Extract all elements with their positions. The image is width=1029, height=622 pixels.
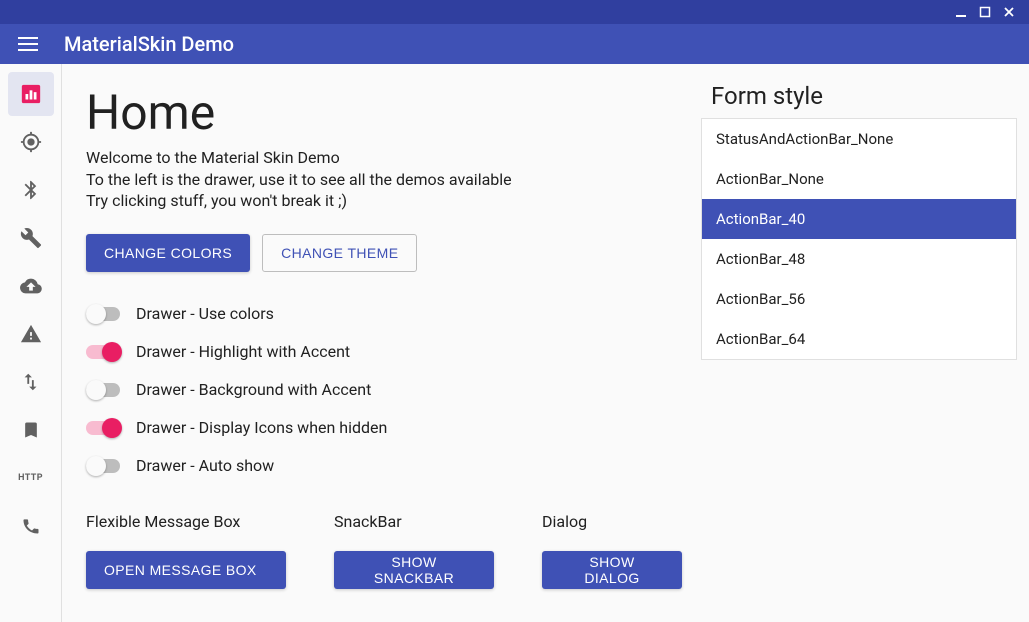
drawer: HTTP [0,64,62,622]
bar-chart-icon [20,83,42,105]
messagebox-section: Flexible Message Box OPEN MESSAGE BOX [86,512,286,589]
maximize-button[interactable] [973,0,997,24]
drawer-item-target[interactable] [8,120,54,164]
formstyle-item[interactable]: ActionBar_40 [702,199,1016,239]
phone-icon [21,516,41,536]
switch-label: Drawer - Use colors [136,304,274,323]
drawer-item-home[interactable] [8,72,54,116]
import-export-icon [20,371,42,393]
bluetooth-icon [20,179,42,201]
switch-row-auto-show: Drawer - Auto show [86,448,1005,484]
switch-label: Drawer - Highlight with Accent [136,342,350,361]
titlebar [0,0,1029,24]
section-label: Dialog [542,512,682,531]
snackbar-section: SnackBar SHOW SNACKBAR [334,512,494,589]
switch-label: Drawer - Auto show [136,456,274,475]
minimize-button[interactable] [949,0,973,24]
switch-use-colors[interactable] [86,304,122,324]
change-theme-button[interactable]: CHANGE THEME [262,234,417,272]
http-icon: HTTP [18,473,43,483]
switch-label: Drawer - Display Icons when hidden [136,418,387,437]
app-title: MaterialSkin Demo [64,32,234,56]
drawer-item-bluetooth[interactable] [8,168,54,212]
drawer-item-tools[interactable] [8,216,54,260]
dialog-section: Dialog SHOW DIALOG [542,512,682,589]
switch-row-background-accent: Drawer - Background with Accent [86,372,1005,408]
wrench-icon [20,227,42,249]
show-snackbar-button[interactable]: SHOW SNACKBAR [334,551,494,589]
switch-row-display-icons: Drawer - Display Icons when hidden [86,410,1005,446]
section-label: Flexible Message Box [86,512,286,531]
formstyle-item[interactable]: StatusAndActionBar_None [702,119,1016,159]
target-icon [20,131,42,153]
bookmark-icon [21,420,41,440]
show-dialog-button[interactable]: SHOW DIALOG [542,551,682,589]
formstyle-panel: Form style StatusAndActionBar_None Actio… [701,82,1017,360]
open-messagebox-button[interactable]: OPEN MESSAGE BOX [86,551,286,589]
formstyle-list: StatusAndActionBar_None ActionBar_None A… [701,118,1017,360]
appbar: MaterialSkin Demo [0,24,1029,64]
formstyle-item[interactable]: ActionBar_64 [702,319,1016,359]
formstyle-item[interactable]: ActionBar_48 [702,239,1016,279]
cloud-upload-icon [20,275,42,297]
drawer-item-http[interactable]: HTTP [8,456,54,500]
content-area: HTTP Home Welcome to the Material Skin D… [0,64,1029,622]
drawer-item-import-export[interactable] [8,360,54,404]
formstyle-item[interactable]: ActionBar_None [702,159,1016,199]
formstyle-title: Form style [701,82,1017,110]
drawer-item-warning[interactable] [8,312,54,356]
menu-icon[interactable] [16,32,40,56]
close-button[interactable] [997,0,1021,24]
switch-display-icons[interactable] [86,418,122,438]
switch-label: Drawer - Background with Accent [136,380,371,399]
drawer-item-phone[interactable] [8,504,54,548]
switch-background-accent[interactable] [86,380,122,400]
section-label: SnackBar [334,512,494,531]
switch-auto-show[interactable] [86,456,122,476]
change-colors-button[interactable]: CHANGE COLORS [86,234,250,272]
formstyle-item[interactable]: ActionBar_56 [702,279,1016,319]
drawer-item-cloud-upload[interactable] [8,264,54,308]
drawer-item-bookmark[interactable] [8,408,54,452]
switch-highlight-accent[interactable] [86,342,122,362]
warning-icon [20,323,42,345]
main-panel: Home Welcome to the Material Skin Demo T… [62,64,1029,622]
